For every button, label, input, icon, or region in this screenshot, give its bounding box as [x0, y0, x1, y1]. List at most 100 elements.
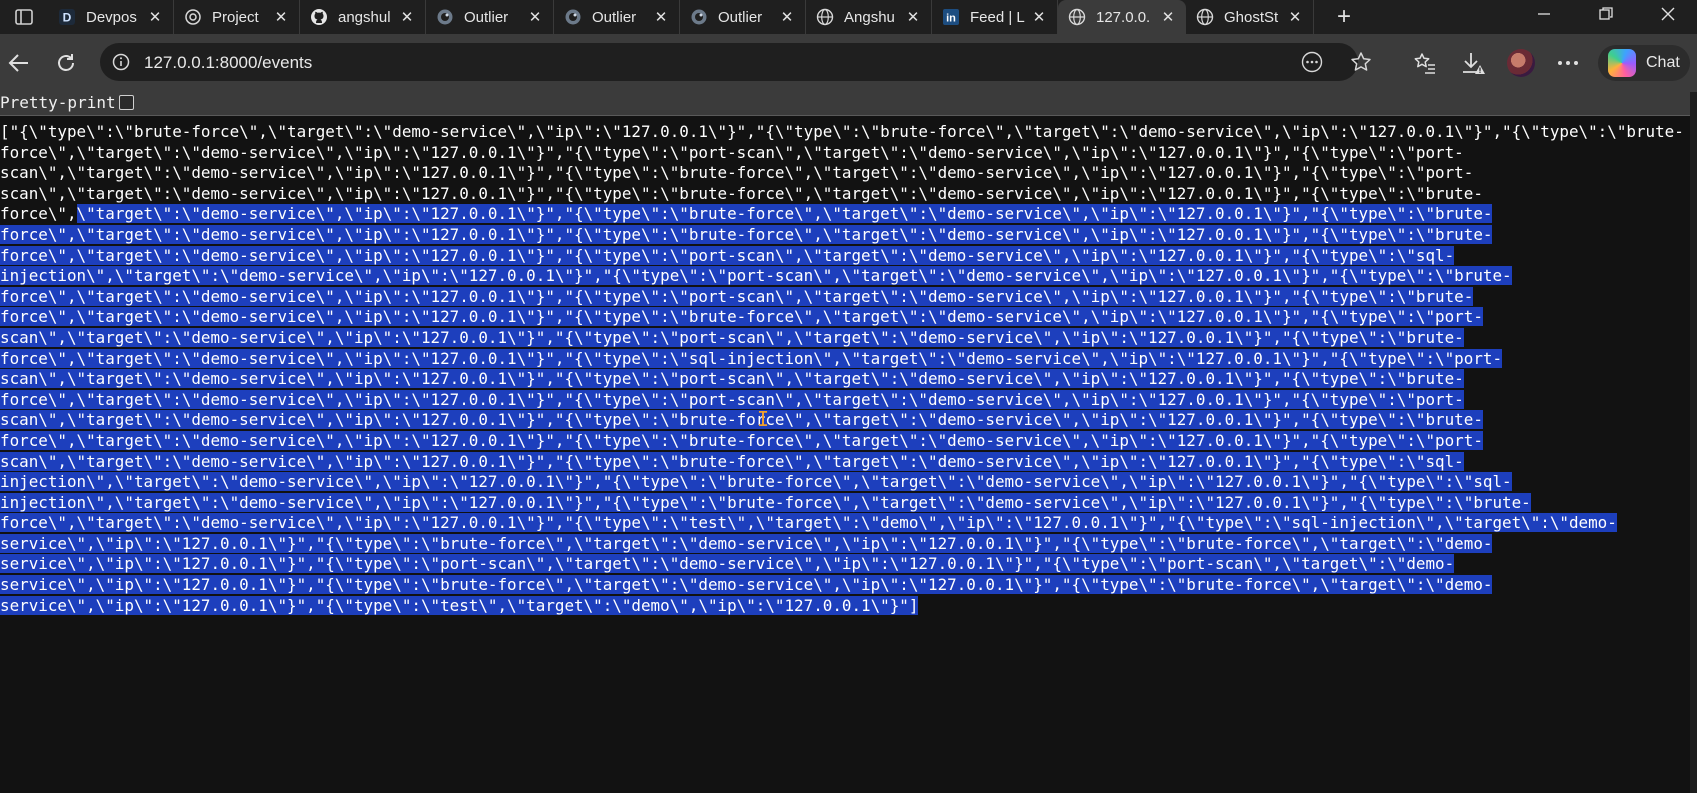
json-line: service\",\"ip\":\"127.0.0.1\"}","{\"typ… [0, 575, 1690, 596]
downloads-button[interactable] [1459, 48, 1489, 78]
download-icon [1463, 53, 1485, 74]
tab-close-icon[interactable]: ✕ [271, 8, 291, 26]
restore-icon [1599, 7, 1613, 20]
json-line: scan\",\"target\":\"demo-service\",\"ip\… [0, 451, 1690, 473]
favorites-button[interactable] [1410, 48, 1440, 78]
globe-icon [1196, 8, 1214, 26]
pretty-print-checkbox[interactable] [119, 95, 134, 110]
json-selected-text: service\",\"ip\":\"127.0.0.1\"}","{\"typ… [0, 575, 1493, 595]
json-line: force\",\"target\":\"demo-service\",\"ip… [0, 430, 1690, 452]
tab-localhost[interactable]: 127.0.0. ✕ [1058, 0, 1186, 34]
restore-button[interactable] [1578, 0, 1634, 28]
globe-icon [816, 8, 834, 26]
refresh-icon [58, 54, 74, 71]
json-line: force\",\"target\":\"demo-service\",\"ip… [0, 286, 1690, 308]
tab-github[interactable]: angshul ✕ [300, 0, 426, 34]
json-line: force\",\"target\":\"demo-service\",\"ip… [0, 143, 1690, 164]
json-line: force\",\"target\":\"demo-service\",\"ip… [0, 204, 1690, 225]
json-selected-text: scan\",\"target\":\"demo-service\",\"ip\… [0, 451, 1464, 471]
tabs-container: D Devpos ✕ Project ✕ angshul ✕ Outlier ✕ Outlier ✕… [48, 0, 1314, 34]
tab-project-favicon [184, 8, 202, 26]
json-line: force\",\"target\":\"demo-service\",\"ip… [0, 513, 1690, 534]
tab-angshu[interactable]: Angshu ✕ [806, 0, 932, 34]
tab-outlier-1[interactable]: Outlier ✕ [426, 0, 554, 34]
tab-close-icon[interactable]: ✕ [903, 8, 923, 26]
tab-title: angshul [338, 8, 391, 26]
page-content: Pretty-print ["{\"type\":\"brute-force\"… [0, 92, 1690, 793]
tab-actions-button[interactable] [0, 0, 48, 34]
json-line: force\",\"target\":\"demo-service\",\"ip… [0, 389, 1690, 411]
tab-outlier-3[interactable]: Outlier ✕ [680, 0, 806, 34]
close-icon [1661, 7, 1675, 21]
json-selected-text: force\",\"target\":\"demo-service\",\"ip… [0, 430, 1483, 450]
tab-close-icon[interactable]: ✕ [145, 8, 165, 26]
json-line: force\",\"target\":\"demo-service\",\"ip… [0, 307, 1690, 328]
tab-close-icon[interactable]: ✕ [397, 8, 417, 26]
tab-close-icon[interactable]: ✕ [525, 8, 545, 26]
address-bar[interactable]: 127.0.0.1:8000/events [100, 43, 1371, 81]
more-page-actions-button[interactable] [1300, 51, 1324, 73]
outlier-icon [565, 9, 581, 25]
favorites-list-icon [1414, 53, 1435, 74]
tab-title: Project [212, 8, 259, 26]
json-response-body[interactable]: ["{\"type\":\"brute-force\",\"target\":\… [0, 122, 1690, 616]
url-text[interactable]: 127.0.0.1:8000/events [144, 53, 312, 73]
tab-title: Outlier [718, 8, 763, 26]
json-text: force\", [0, 204, 77, 224]
json-line: injection\",\"target\":\"demo-service\",… [0, 266, 1690, 287]
json-selected-text: injection\",\"target\":\"demo-service\",… [0, 472, 1512, 492]
json-text: scan\",\"target\":\"demo-service\",\"ip\… [0, 183, 1483, 203]
globe-icon [1068, 8, 1086, 26]
linkedin-icon: in [943, 9, 959, 25]
browser-toolbar: 127.0.0.1:8000/events Chat [0, 34, 1697, 92]
tab-angshu-favicon [816, 8, 834, 26]
site-info-icon[interactable] [112, 53, 130, 71]
tab-linkedin[interactable]: in Feed | L ✕ [932, 0, 1058, 34]
json-line: scan\",\"target\":\"demo-service\",\"ip\… [0, 327, 1690, 349]
tab-github-favicon [310, 8, 328, 26]
devpost-icon: D [59, 9, 75, 25]
tab-title: GhostSt [1224, 8, 1279, 26]
json-selected-text: scan\",\"target\":\"demo-service\",\"ip\… [0, 410, 1483, 430]
tab-actions-icon [15, 9, 33, 25]
chat-label: Chat [1646, 54, 1680, 71]
settings-and-more-button[interactable] [1553, 48, 1583, 78]
favorite-star-button[interactable] [1349, 51, 1373, 73]
tab-close-icon[interactable]: ✕ [1285, 8, 1305, 26]
openai-icon [185, 9, 201, 25]
json-line: scan\",\"target\":\"demo-service\",\"ip\… [0, 184, 1690, 205]
close-window-button[interactable] [1640, 0, 1696, 28]
minimize-button[interactable] [1516, 0, 1572, 28]
page-scrollbar[interactable] [1690, 92, 1697, 793]
copilot-chat-button[interactable]: Chat [1598, 45, 1690, 81]
new-tab-button[interactable]: + [1314, 0, 1374, 34]
tab-close-icon[interactable]: ✕ [1029, 8, 1049, 26]
json-line: force\",\"target\":\"demo-service\",\"ip… [0, 245, 1690, 267]
back-arrow-icon [8, 54, 28, 72]
outlier-icon [437, 9, 453, 25]
tab-devpost[interactable]: D Devpos ✕ [48, 0, 174, 34]
back-button[interactable] [4, 48, 34, 78]
json-selected-text: scan\",\"target\":\"demo-service\",\"ip\… [0, 327, 1464, 347]
svg-text:in: in [946, 13, 956, 25]
star-icon [1351, 52, 1371, 71]
refresh-button[interactable] [51, 48, 81, 78]
tab-close-icon[interactable]: ✕ [1158, 8, 1178, 26]
json-line: ["{\"type\":\"brute-force\",\"target\":\… [0, 122, 1690, 143]
json-text: ["{\"type\":\"brute-force\",\"target\":\… [0, 122, 1684, 141]
outlier-icon [691, 9, 707, 25]
json-selected-text: force\",\"target\":\"demo-service\",\"ip… [0, 307, 1483, 327]
tab-outlier-2[interactable]: Outlier ✕ [554, 0, 680, 34]
json-selected-text: force\",\"target\":\"demo-service\",\"ip… [0, 245, 1455, 265]
tab-close-icon[interactable]: ✕ [777, 8, 797, 26]
tab-project[interactable]: Project ✕ [174, 0, 300, 34]
ellipsis-circle-icon [1301, 51, 1323, 73]
plus-icon: + [1336, 3, 1351, 30]
tab-strip: D Devpos ✕ Project ✕ angshul ✕ Outlier ✕ Outlier ✕… [0, 0, 1697, 34]
tab-ghost[interactable]: GhostSt ✕ [1186, 0, 1314, 34]
json-selected-text: force\",\"target\":\"demo-service\",\"ip… [0, 348, 1503, 368]
json-text: scan\",\"target\":\"demo-service\",\"ip\… [0, 163, 1474, 183]
profile-avatar[interactable] [1507, 49, 1535, 77]
json-line: force\",\"target\":\"demo-service\",\"ip… [0, 348, 1690, 370]
tab-close-icon[interactable]: ✕ [651, 8, 671, 26]
